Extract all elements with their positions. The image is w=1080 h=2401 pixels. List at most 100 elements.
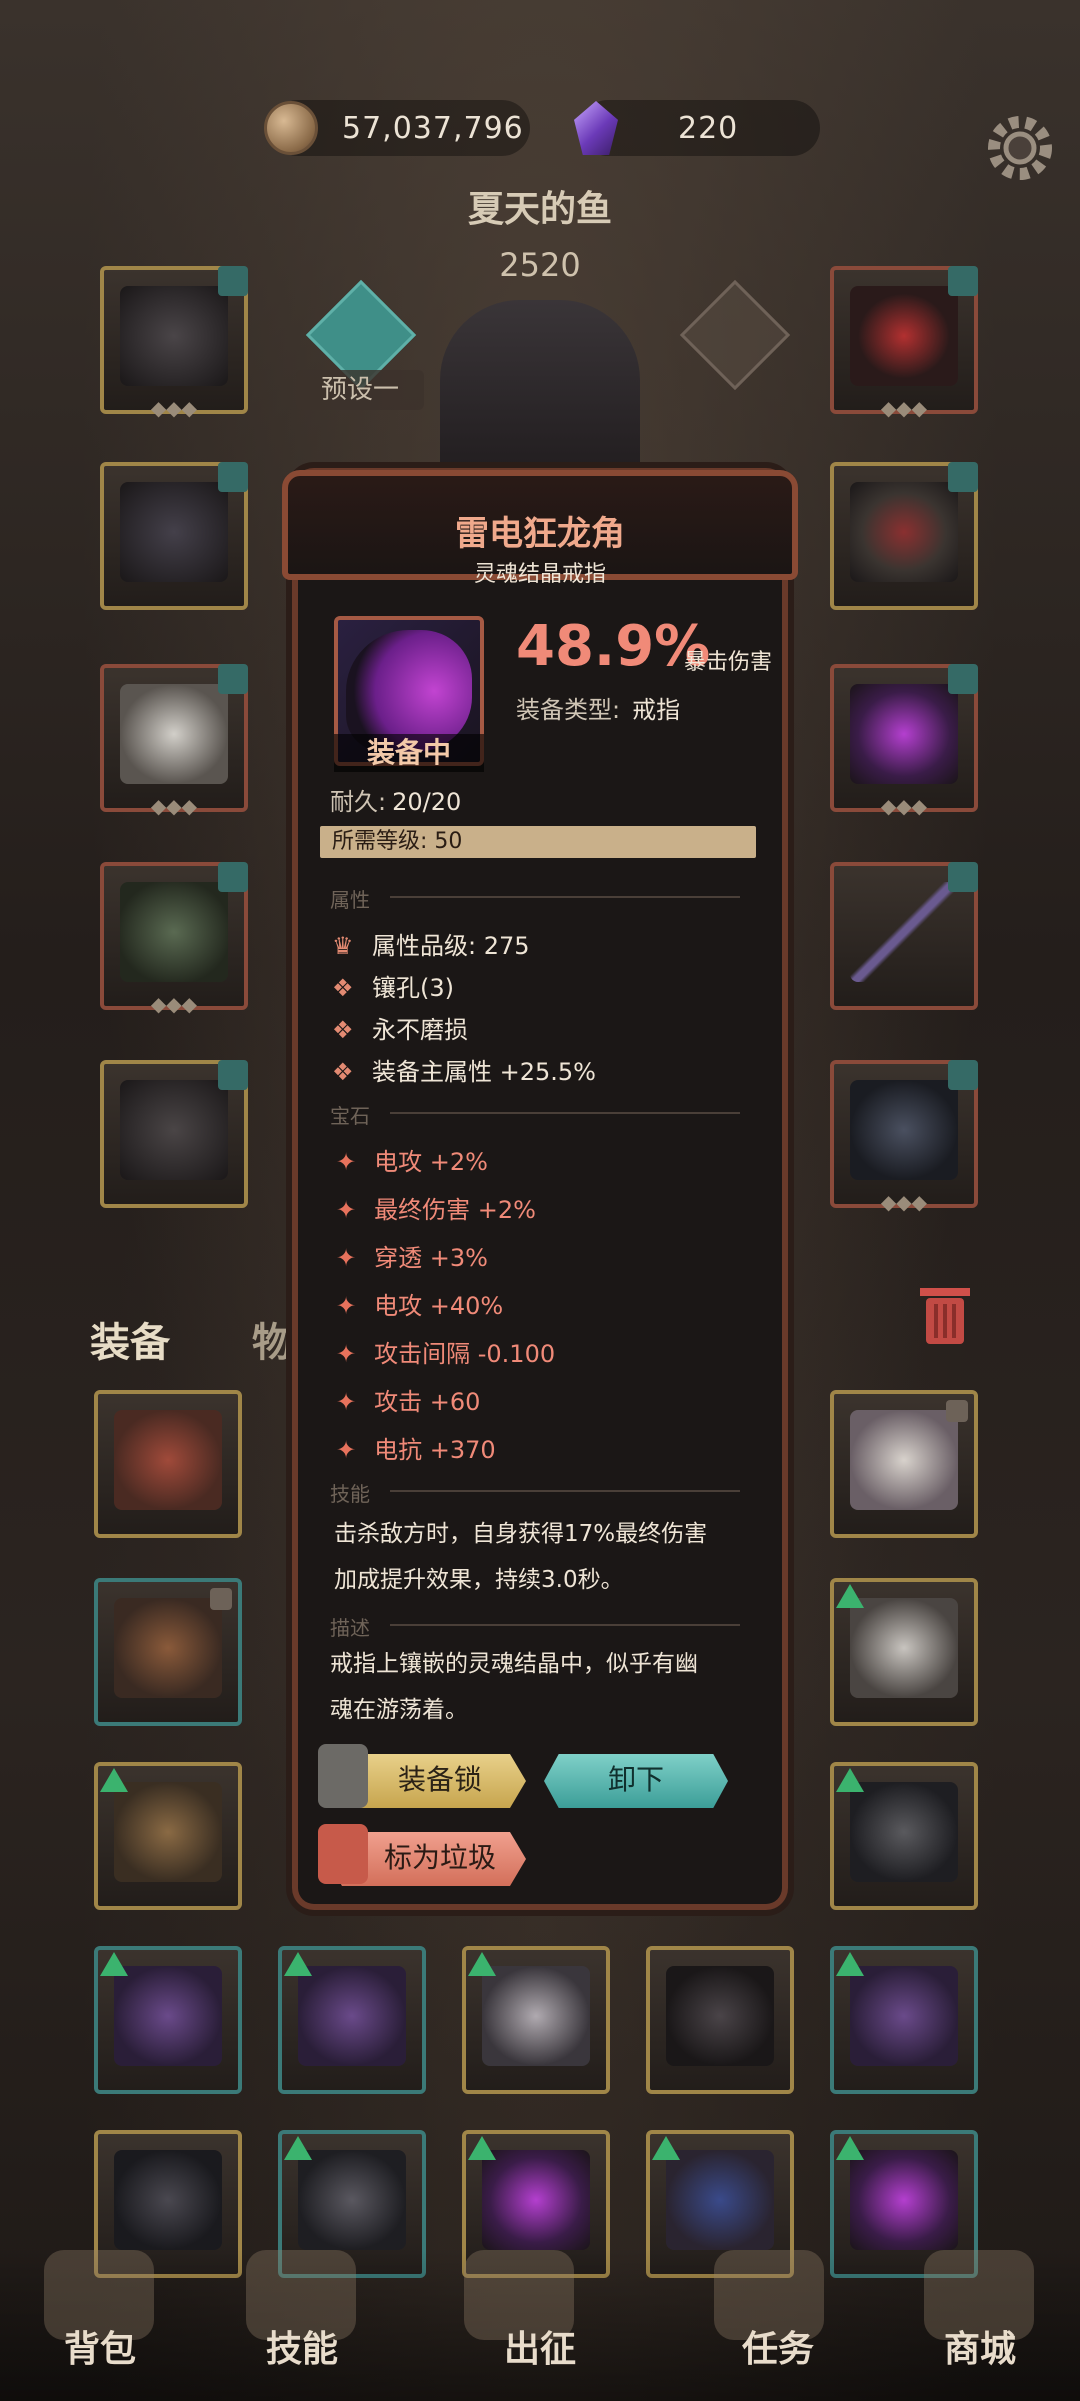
dark-gauntlet-icon (114, 2150, 222, 2250)
skill-text-1: 击杀敌方时，自身获得17%最终伤害 (334, 1521, 708, 1547)
gem-row: ✦ 攻击 +60 (336, 1388, 481, 1416)
sparkle-icon: ✦ (336, 1244, 357, 1272)
gem-row: ✦ 电攻 +40% (336, 1292, 504, 1320)
section-gems: 宝石 (330, 1100, 750, 1128)
equip-slot-pants[interactable]: ◆◆◆ (100, 862, 248, 1016)
inventory-slot[interactable] (278, 1946, 426, 2094)
teal-badge-icon (218, 462, 248, 492)
socket-dots: ◆◆◆ (880, 396, 928, 420)
purple-claw-ring-icon (482, 2150, 590, 2250)
equip-slot-pet[interactable]: ◆◆◆ (830, 1060, 978, 1214)
description-text-2: 魂在游荡着。 (330, 1697, 468, 1723)
teal-badge-icon (948, 664, 978, 694)
teal-badge-icon (218, 266, 248, 296)
brown-boots-icon (114, 1782, 222, 1882)
grey-boots-icon (482, 1966, 590, 2066)
gem-row: ✦ 电攻 +2% (336, 1148, 488, 1176)
sparkle-icon: ✦ (336, 1436, 357, 1464)
equip-type-label: 装备类型: (516, 696, 621, 724)
nav-skills[interactable]: 技能 (222, 2320, 382, 2372)
upgrade-arrow-icon (284, 1952, 312, 1976)
upgrade-arrow-icon (468, 2136, 496, 2160)
gem-row: ✦ 攻击间隔 -0.100 (336, 1340, 556, 1368)
durability: 耐久: 20/20 (330, 782, 461, 817)
teal-badge-icon (218, 664, 248, 694)
attr-row: ❖ 永不磨损 (332, 1016, 468, 1044)
junk-gem-icon (318, 1824, 368, 1884)
chain-gauntlet-icon (298, 2150, 406, 2250)
teal-badge-icon (218, 862, 248, 892)
preset-label[interactable]: 预设一 (296, 370, 424, 410)
attr-row: ❖ 装备主属性 +25.5% (332, 1058, 596, 1086)
coin-icon (264, 101, 318, 155)
tab-equipment[interactable]: 装备 (90, 1310, 170, 1368)
section-skill: 技能 (330, 1478, 750, 1506)
scroll-bundle-icon (114, 1598, 222, 1698)
crit-damage-value: 48.9% (516, 614, 711, 679)
inventory-slot[interactable] (462, 1946, 610, 2094)
item-subtitle: 灵魂结晶戒指 (473, 562, 606, 587)
sparkle-icon: ✦ (336, 1148, 357, 1176)
upgrade-arrow-icon (468, 1952, 496, 1976)
nav-quests[interactable]: 任务 (698, 2320, 858, 2372)
equip-type-value: 戒指 (632, 696, 681, 724)
equip-slot-gloves[interactable]: ◆◆◆ (100, 664, 248, 818)
inventory-slot[interactable] (94, 1390, 242, 1538)
book-armor-icon (114, 1410, 222, 1510)
inventory-slot[interactable] (646, 1946, 794, 2094)
gear-icon[interactable] (978, 106, 1062, 190)
trash-icon[interactable] (912, 1278, 978, 1348)
socket-icon: ❖ (332, 1016, 354, 1044)
sparkle-icon: ✦ (336, 1196, 357, 1224)
inventory-slot[interactable] (830, 1578, 978, 1726)
equip-slot-armor[interactable] (100, 462, 248, 610)
inventory-slot[interactable] (830, 1762, 978, 1910)
equipped-label: 装备中 (334, 734, 484, 772)
level-requirement: 所需等级: 50 (320, 826, 756, 858)
dark-boots-icon (666, 1966, 774, 2066)
padlock-icon (318, 1744, 368, 1808)
equip-slot-boots[interactable] (100, 1060, 248, 1208)
equip-slot-ring-2[interactable]: ◆◆◆ (830, 664, 978, 818)
dark-armor-icon (120, 482, 228, 582)
inventory-slot[interactable] (830, 1390, 978, 1538)
inventory-slot[interactable] (830, 1946, 978, 2094)
equip-slot-necklace[interactable]: ◆◆◆ (830, 266, 978, 420)
inventory-slot[interactable] (94, 1946, 242, 2094)
equip-type: 装备类型: 戒指 (516, 690, 680, 725)
teal-badge-icon (948, 266, 978, 296)
sparkle-icon: ✦ (336, 1340, 357, 1368)
socket-dots: ◆◆◆ (150, 794, 198, 818)
unequip-button[interactable]: 卸下 (544, 1754, 728, 1808)
inventory-slot[interactable] (94, 1762, 242, 1910)
purple-boots-icon (298, 1966, 406, 2066)
wolf-head-icon (850, 1080, 958, 1180)
purple-claw-ring-icon (850, 2150, 958, 2250)
gem-row: ✦ 电抗 +370 (336, 1436, 496, 1464)
upgrade-arrow-icon (100, 1952, 128, 1976)
tome-icon (666, 2150, 774, 2250)
quality-crest-icon: ♛ (332, 932, 354, 960)
inventory-slot[interactable] (94, 1578, 242, 1726)
white-boots-icon (850, 1598, 958, 1698)
upgrade-arrow-icon (836, 1952, 864, 1976)
lock-icon (210, 1588, 232, 1610)
upgrade-arrow-icon (836, 2136, 864, 2160)
durability-value: 20/20 (392, 788, 462, 816)
upgrade-arrow-icon (836, 1584, 864, 1608)
equip-slot-ring-1[interactable] (830, 462, 978, 610)
nav-bag[interactable]: 背包 (20, 2320, 180, 2372)
upgrade-arrow-icon (284, 2136, 312, 2160)
green-pants-icon (120, 882, 228, 982)
nav-expedition[interactable]: 出征 (460, 2320, 620, 2372)
equip-slot-weapon[interactable] (830, 862, 978, 1010)
upgrade-arrow-icon (100, 1768, 128, 1792)
nav-shop[interactable]: 商城 (900, 2320, 1060, 2372)
equip-slot-helmet[interactable]: ◆◆◆ (100, 266, 248, 420)
durability-label: 耐久: (330, 788, 387, 816)
gem-amount: 220 (678, 110, 739, 146)
teal-badge-icon (948, 462, 978, 492)
description-text-1: 戒指上镶嵌的灵魂结晶中，似乎有幽 (330, 1651, 698, 1677)
teal-badge-icon (218, 1060, 248, 1090)
item-name: 雷电狂龙角 (455, 514, 625, 554)
